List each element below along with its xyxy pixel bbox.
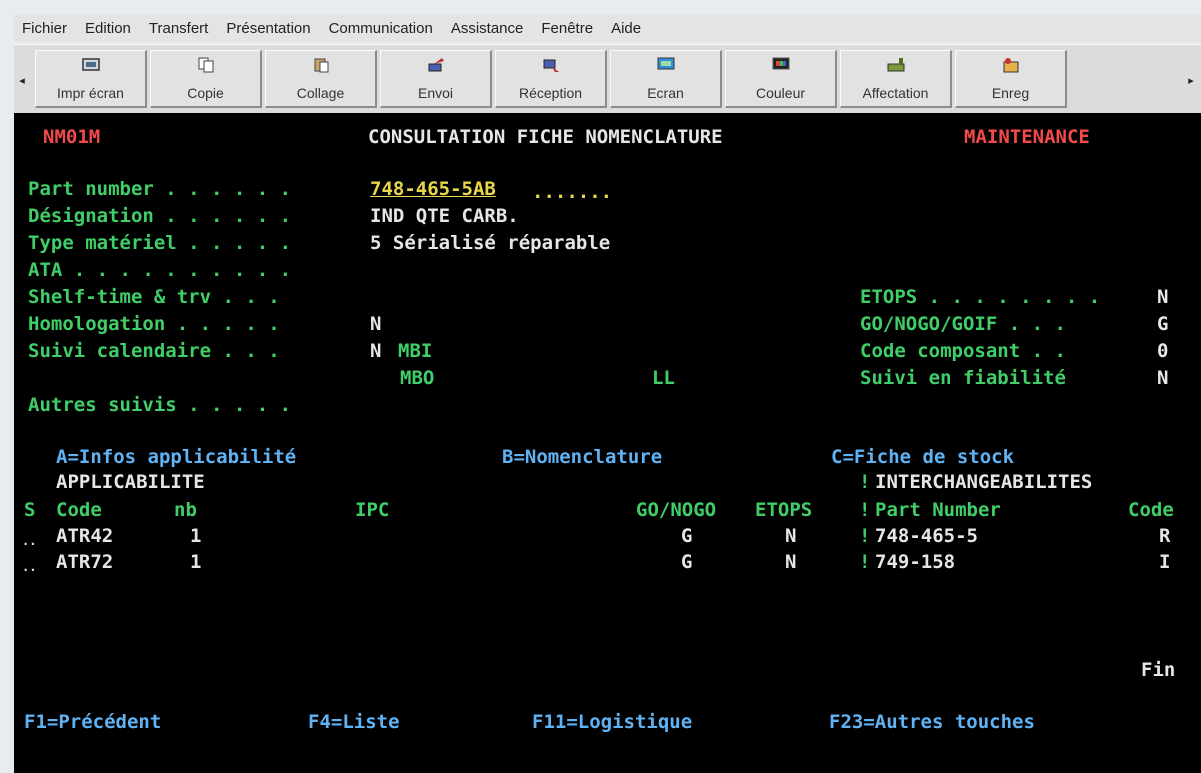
row-part-number: 749-158 <box>875 551 956 573</box>
ll-label: LL <box>652 367 675 389</box>
assignment-button[interactable]: Affectation <box>840 50 952 108</box>
color-button[interactable]: Couleur <box>725 50 837 108</box>
column-separator: ! <box>859 471 871 493</box>
assignment-icon <box>887 58 904 72</box>
row-etops: N <box>785 525 797 547</box>
fkey-f1[interactable]: F1=Précédent <box>24 712 161 732</box>
col-header-ipc: IPC <box>355 499 390 521</box>
copy-icon <box>198 57 213 73</box>
type-materiel-label: Type matériel . . . . . <box>28 232 292 254</box>
column-separator: ! <box>859 525 871 547</box>
mbo-label: MBO <box>400 367 435 389</box>
fkey-f11[interactable]: F11=Logistique <box>532 712 692 732</box>
copy-button[interactable]: Copie <box>150 50 262 108</box>
scroll-right-arrow-icon[interactable]: ▸ <box>1184 59 1198 101</box>
designation-value: IND QTE CARB. <box>370 205 519 227</box>
gonogo-value: G <box>1157 313 1169 335</box>
part-number-input[interactable]: 748-465-5AB <box>370 179 496 199</box>
fkey-f4[interactable]: F4=Liste <box>308 712 400 732</box>
screen-title: CONSULTATION FICHE NOMENCLATURE <box>368 126 723 148</box>
screen-icon <box>657 57 674 70</box>
menu-fenetre[interactable]: Fenêtre <box>532 20 602 37</box>
col-header-code: Code <box>56 499 102 521</box>
row-select-input[interactable]: .. <box>22 531 36 551</box>
menu-presentation[interactable]: Présentation <box>217 20 319 37</box>
record-icon <box>1003 58 1018 73</box>
toolbar: ◂ Impr écran Copie Collage Envoi Récepti… <box>14 44 1201 114</box>
etops-label: ETOPS . . . . . . . . <box>860 286 1101 308</box>
receive-button[interactable]: Réception <box>495 50 607 108</box>
row-interchange-code: I <box>1159 551 1171 573</box>
program-id: NM01M <box>43 126 101 148</box>
send-icon <box>428 58 444 72</box>
autres-suivis-label: Autres suivis . . . . . <box>28 394 292 416</box>
row-code: ATR72 <box>56 551 114 573</box>
shelf-time-label: Shelf-time & trv . . . <box>28 286 280 308</box>
row-select-input[interactable]: .. <box>22 557 36 577</box>
suivi-fiabilite-label: Suivi en fiabilité <box>860 367 1066 389</box>
row-interchange-code: R <box>1159 525 1171 547</box>
menu-bar: Fichier Edition Transfert Présentation C… <box>14 14 1201 42</box>
column-separator: ! <box>859 499 871 521</box>
end-marker: Fin <box>1141 659 1176 681</box>
option-b[interactable]: B=Nomenclature <box>502 447 662 467</box>
mode-indicator: MAINTENANCE <box>964 126 1090 148</box>
menu-assistance[interactable]: Assistance <box>442 20 533 37</box>
code-composant-label: Code composant . . <box>860 340 1066 362</box>
suivi-calendaire-value: N <box>370 340 382 362</box>
col-header-etops: ETOPS <box>755 499 813 521</box>
fkey-f23[interactable]: F23=Autres touches <box>829 712 1035 732</box>
record-button[interactable]: Enreg <box>955 50 1067 108</box>
row-etops: N <box>785 551 797 573</box>
menu-transfert[interactable]: Transfert <box>140 20 217 37</box>
ata-label: ATA . . . . . . . . . . <box>28 259 292 281</box>
print-screen-icon <box>81 58 100 71</box>
code-composant-value: 0 <box>1157 340 1169 362</box>
color-icon <box>772 57 789 70</box>
menu-fichier[interactable]: Fichier <box>14 20 76 37</box>
suivi-fiabilite-value: N <box>1157 367 1169 389</box>
col-header-nb: nb <box>174 499 197 521</box>
row-nb: 1 <box>190 525 202 547</box>
column-separator: ! <box>859 551 871 573</box>
row-part-number: 748-465-5 <box>875 525 978 547</box>
row-gonogo: G <box>681 525 693 547</box>
print-screen-button[interactable]: Impr écran <box>35 50 147 108</box>
row-gonogo: G <box>681 551 693 573</box>
option-c[interactable]: C=Fiche de stock <box>831 447 1014 467</box>
etops-value: N <box>1157 286 1169 308</box>
col-header-gonogo: GO/NOGO <box>636 499 717 521</box>
col-header-code-right: Code <box>1128 499 1174 521</box>
scroll-left-arrow-icon[interactable]: ◂ <box>15 59 29 101</box>
mbi-label: MBI <box>398 340 433 362</box>
row-code: ATR42 <box>56 525 114 547</box>
col-header-part-number: Part Number <box>875 499 1001 521</box>
part-number-filler: ....... <box>532 181 613 203</box>
menu-aide[interactable]: Aide <box>602 20 650 37</box>
receive-icon <box>543 59 559 72</box>
send-button[interactable]: Envoi <box>380 50 492 108</box>
applicability-title: APPLICABILITE <box>56 471 205 493</box>
paste-icon <box>314 58 328 73</box>
col-header-s: S <box>24 499 36 521</box>
option-a[interactable]: A=Infos applicabilité <box>56 447 296 467</box>
suivi-calendaire-label: Suivi calendaire . . . <box>28 340 280 362</box>
interchangeability-title: INTERCHANGEABILITES <box>875 471 1093 493</box>
row-nb: 1 <box>190 551 202 573</box>
part-number-label: Part number . . . . . . <box>28 178 292 200</box>
homologation-value: N <box>370 313 382 335</box>
paste-button[interactable]: Collage <box>265 50 377 108</box>
type-materiel-value: 5 Sérialisé réparable <box>370 232 611 254</box>
menu-edition[interactable]: Edition <box>76 20 140 37</box>
screen-button[interactable]: Ecran <box>610 50 722 108</box>
terminal-screen: NM01M CONSULTATION FICHE NOMENCLATURE MA… <box>14 113 1201 773</box>
menu-communication[interactable]: Communication <box>320 20 442 37</box>
gonogo-label: GO/NOGO/GOIF . . . <box>860 313 1066 335</box>
homologation-label: Homologation . . . . . <box>28 313 280 335</box>
designation-label: Désignation . . . . . . <box>28 205 292 227</box>
